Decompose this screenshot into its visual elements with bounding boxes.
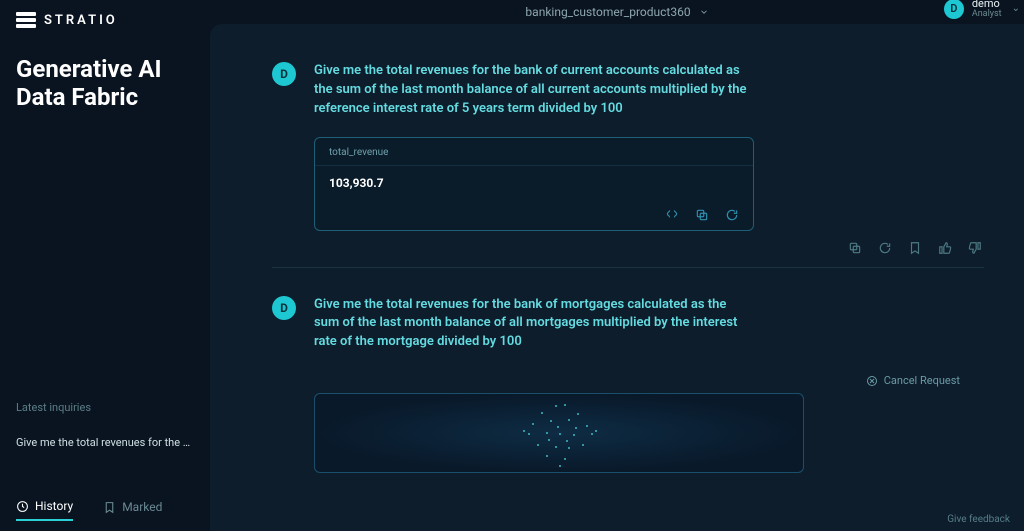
brand-text: STRATIO bbox=[44, 13, 118, 28]
inquiry-list-item[interactable]: Give me the total revenues for the b... bbox=[16, 436, 194, 449]
cancel-request-button[interactable]: Cancel Request bbox=[272, 374, 960, 387]
result-value: 103,930.7 bbox=[315, 166, 753, 202]
clock-icon bbox=[16, 500, 29, 513]
sidebar-tabs: History Marked bbox=[16, 499, 194, 531]
chevron-down-icon bbox=[699, 7, 709, 17]
user-role: Analyst bbox=[972, 10, 1002, 20]
message-avatar: D bbox=[272, 296, 296, 320]
project-name: banking_customer_product360 bbox=[525, 5, 690, 19]
tab-history[interactable]: History bbox=[16, 499, 73, 521]
message-actions bbox=[272, 241, 982, 255]
refresh-icon[interactable] bbox=[725, 208, 739, 222]
give-feedback-link[interactable]: Give feedback bbox=[947, 514, 1010, 525]
brand-logo: STRATIO bbox=[16, 12, 194, 28]
result-card: total_revenue 103,930.7 bbox=[314, 137, 754, 231]
tab-marked[interactable]: Marked bbox=[103, 499, 162, 521]
result-column-header: total_revenue bbox=[315, 138, 753, 166]
cancel-icon bbox=[866, 375, 878, 387]
loading-animation-icon bbox=[514, 398, 604, 468]
main-panel: banking_customer_product360 D demo Analy… bbox=[210, 24, 1024, 531]
tab-marked-label: Marked bbox=[122, 500, 162, 514]
chevron-down-icon: ⌄ bbox=[1012, 3, 1020, 14]
message-text: Give me the total revenues for the bank … bbox=[314, 62, 754, 119]
sidebar: STRATIO Generative AI Data Fabric Latest… bbox=[0, 0, 210, 531]
tab-history-label: History bbox=[35, 499, 73, 513]
message-avatar: D bbox=[272, 62, 296, 86]
divider bbox=[272, 267, 984, 268]
user-menu[interactable]: D demo Analyst ⌄ bbox=[944, 0, 1020, 20]
copy-icon[interactable] bbox=[848, 241, 862, 255]
project-selector[interactable]: banking_customer_product360 bbox=[525, 5, 708, 19]
user-message: D Give me the total revenues for the ban… bbox=[272, 62, 984, 119]
user-avatar: D bbox=[944, 0, 964, 19]
copy-icon[interactable] bbox=[695, 208, 709, 222]
retry-icon[interactable] bbox=[878, 241, 892, 255]
logo-mark-icon bbox=[16, 12, 36, 28]
loading-card bbox=[314, 393, 804, 473]
latest-inquiries-label: Latest inquiries bbox=[16, 401, 194, 414]
bookmark-icon[interactable] bbox=[908, 241, 922, 255]
cancel-request-label: Cancel Request bbox=[884, 374, 960, 387]
bookmark-icon bbox=[103, 501, 116, 514]
message-text: Give me the total revenues for the bank … bbox=[314, 296, 754, 353]
user-message: D Give me the total revenues for the ban… bbox=[272, 296, 984, 353]
thumbs-up-icon[interactable] bbox=[938, 241, 952, 255]
thumbs-down-icon[interactable] bbox=[968, 241, 982, 255]
page-title: Generative AI Data Fabric bbox=[16, 56, 194, 111]
code-icon[interactable] bbox=[665, 208, 679, 222]
